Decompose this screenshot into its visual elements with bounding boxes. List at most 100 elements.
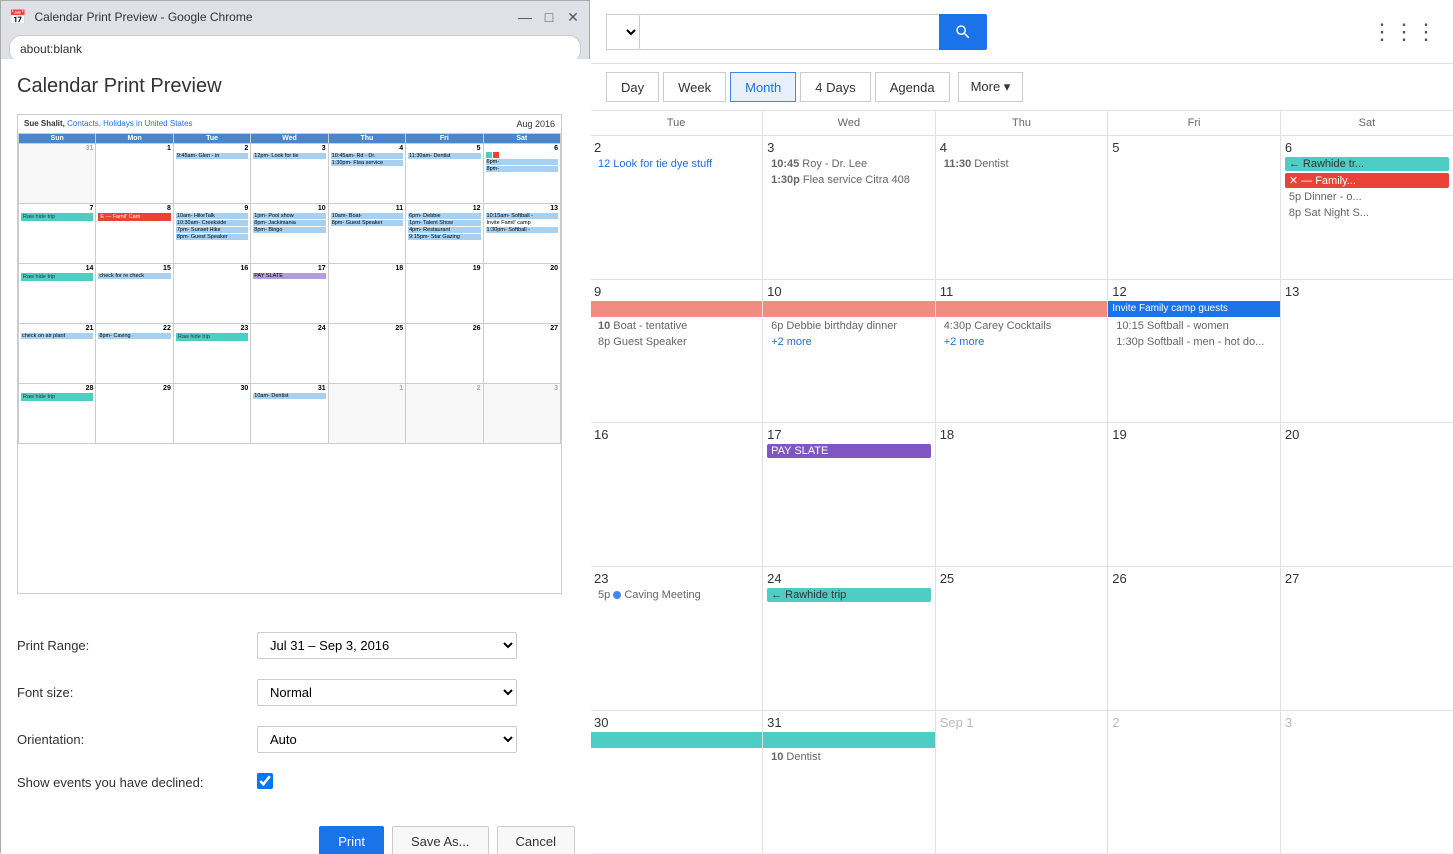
list-item[interactable]: 12 Look for tie dye stuff — [594, 157, 758, 171]
table-row: 11 10am- Boat- 8pm- Guest Speaker — [328, 204, 405, 264]
cancel-button[interactable]: Cancel — [497, 826, 575, 854]
multi-day-band-salmon — [590, 301, 762, 317]
font-size-select[interactable]: Small Normal Large — [257, 679, 517, 706]
font-size-label: Font size: — [17, 685, 257, 700]
dow-fri: Fri — [1108, 111, 1281, 136]
list-item[interactable]: 10 Dentist — [767, 750, 931, 764]
list-item[interactable]: ✕ — Family... — [1285, 173, 1449, 188]
table-row: 3 — [1280, 710, 1453, 854]
table-row: Sep 1 — [935, 710, 1108, 854]
list-item[interactable]: ← Rawhide tr... — [1285, 157, 1449, 171]
chrome-window: 📅 Calendar Print Preview - Google Chrome… — [0, 0, 590, 853]
day-view-button[interactable]: Day — [606, 72, 659, 102]
chrome-controls: — □ ✕ — [517, 9, 581, 25]
list-item[interactable]: PAY SLATE — [767, 444, 931, 458]
week-view-button[interactable]: Week — [663, 72, 726, 102]
table-row: 2 — [406, 384, 483, 444]
table-row: 9 10am- HikeTalk 10:30am- Creekside 7pm-… — [173, 204, 250, 264]
list-item[interactable]: 10:45 Roy - Dr. Lee — [767, 157, 931, 171]
list-item[interactable]: 1:30p Softball - men - hot do... — [1112, 335, 1276, 349]
table-row: 13 10:15am- Softball - Invite Famil' cam… — [483, 204, 560, 264]
more-views-button[interactable]: More ▾ — [958, 72, 1024, 102]
print-range-label: Print Range: — [17, 638, 257, 653]
print-range-row: Print Range: Jul 31 – Sep 3, 2016 — [17, 622, 575, 669]
list-item[interactable]: 8p Guest Speaker — [594, 335, 758, 349]
table-row: 9 10 Boat - tentative 8p Guest Speaker — [590, 279, 763, 423]
table-row: 31 — [19, 144, 96, 204]
list-item[interactable]: 6p Debbie birthday dinner — [767, 319, 931, 333]
print-button[interactable]: Print — [319, 826, 384, 854]
table-row: 20 — [1280, 423, 1453, 567]
four-days-view-button[interactable]: 4 Days — [800, 72, 870, 102]
list-item[interactable]: 5p Dinner - o... — [1285, 190, 1449, 204]
save-as-button[interactable]: Save As... — [392, 826, 489, 854]
mini-week-4: 21 check on air plant 22 8pm- Caving 23 … — [19, 324, 561, 384]
table-row: 23 Raw hide trip — [173, 324, 250, 384]
table-row: 3 12pm- Look for tie — [251, 144, 328, 204]
settings-section: Print Range: Jul 31 – Sep 3, 2016 Font s… — [17, 614, 575, 810]
minimize-button[interactable]: — — [517, 9, 533, 25]
table-row: 31 10am- Dentist — [251, 384, 328, 444]
list-item[interactable]: +2 more — [940, 335, 1104, 349]
show-declined-checkbox[interactable] — [257, 773, 273, 789]
list-item[interactable]: 10:15 Softball - women — [1112, 319, 1276, 333]
list-item[interactable]: 11:30 Dentist — [940, 157, 1104, 171]
search-button[interactable] — [939, 14, 987, 50]
show-declined-control[interactable] — [257, 773, 575, 792]
show-declined-label: Show events you have declined: — [17, 775, 257, 790]
table-row: 2 9:45am- Glen - in — [173, 144, 250, 204]
table-row: 24 — [251, 324, 328, 384]
table-row: 11 4:30p Carey Cocktails +2 more — [935, 279, 1108, 423]
search-icon — [954, 23, 972, 41]
table-row: 26 — [406, 324, 483, 384]
close-button[interactable]: ✕ — [565, 9, 581, 25]
orientation-control[interactable]: Auto Portrait Landscape — [257, 726, 575, 753]
invite-family-band[interactable]: Invite Family camp guests — [1108, 301, 1280, 317]
font-size-control[interactable]: Small Normal Large — [257, 679, 575, 706]
table-row: 12 6pm- Debbie 1pm- Talent Show 4pm- Res… — [406, 204, 483, 264]
view-buttons-bar: Day Week Month 4 Days Agenda More ▾ — [590, 64, 1453, 111]
mini-week-3: 14 Raw hide trip 15 check for re check 1… — [19, 264, 561, 324]
calendar-preview-box: Sue Shalit, Contacts, Holidays in United… — [17, 114, 562, 594]
action-buttons: Print Save As... Cancel — [17, 810, 575, 854]
list-item[interactable]: 10 Boat - tentative — [594, 319, 758, 333]
print-range-select[interactable]: Jul 31 – Sep 3, 2016 — [257, 632, 517, 659]
table-row: 19 — [1108, 423, 1281, 567]
search-filter-select[interactable] — [606, 14, 639, 50]
table-row: 5 11:30am- Dentist — [406, 144, 483, 204]
list-item[interactable]: +2 more — [767, 335, 931, 349]
table-row: 4 11:30 Dentist — [935, 136, 1108, 280]
calendar-table: Tue Wed Thu Fri Sat 2 12 Look for tie dy… — [590, 111, 1453, 854]
rawhide-trip-band — [590, 732, 762, 748]
mini-week-5: 28 Raw hide trip 29 30 31 10am- Dentist … — [19, 384, 561, 444]
list-item[interactable]: 1:30p Flea service Citra 408 — [767, 173, 931, 187]
mini-cal-owner: Sue Shalit, Contacts, Holidays in United… — [24, 119, 193, 129]
month-view-button[interactable]: Month — [730, 72, 796, 102]
mini-col-sun: Sun — [19, 134, 96, 144]
agenda-view-button[interactable]: Agenda — [875, 72, 950, 102]
font-size-row: Font size: Small Normal Large — [17, 669, 575, 716]
apps-icon[interactable]: ⋮⋮⋮ — [1371, 19, 1437, 45]
dow-thu: Thu — [935, 111, 1108, 136]
multi-day-band-salmon-2 — [763, 301, 935, 317]
table-row: 26 — [1108, 567, 1281, 711]
table-row: 16 — [590, 423, 763, 567]
mini-col-thu: Thu — [328, 134, 405, 144]
main-toolbar: ⋮⋮⋮ — [590, 0, 1453, 64]
dow-tue: Tue — [590, 111, 763, 136]
table-row: 28 Raw hide trip — [19, 384, 96, 444]
list-item[interactable]: ← Rawhide trip — [767, 588, 931, 602]
print-range-control[interactable]: Jul 31 – Sep 3, 2016 — [257, 632, 575, 659]
maximize-button[interactable]: □ — [541, 9, 557, 25]
table-row: 14 Raw hide trip — [19, 264, 96, 324]
orientation-select[interactable]: Auto Portrait Landscape — [257, 726, 517, 753]
table-row: 5 — [1108, 136, 1281, 280]
list-item[interactable]: 4:30p Carey Cocktails — [940, 319, 1104, 333]
table-row: 3 10:45 Roy - Dr. Lee 1:30p Flea service… — [763, 136, 936, 280]
calendar-container: Tue Wed Thu Fri Sat 2 12 Look for tie dy… — [590, 111, 1453, 854]
list-item[interactable]: 5p Caving Meeting — [594, 588, 758, 602]
list-item[interactable]: 8p Sat Night S... — [1285, 206, 1449, 220]
table-row: 27 — [483, 324, 560, 384]
search-input[interactable] — [639, 14, 939, 50]
show-declined-row: Show events you have declined: — [17, 763, 575, 802]
